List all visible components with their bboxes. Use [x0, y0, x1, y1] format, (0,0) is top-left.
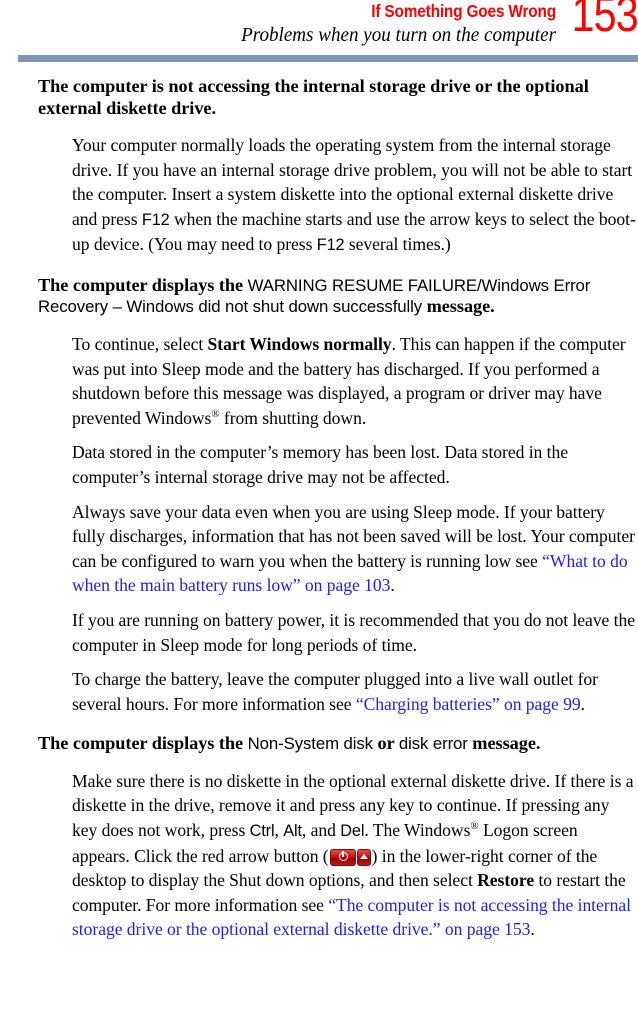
body-text-run: several times.) — [344, 234, 451, 255]
heading-text-run: The computer is not accessing the intern… — [38, 76, 589, 118]
system-string-text: Ctrl — [249, 821, 275, 840]
heading-text-run: message. — [422, 296, 495, 317]
body-paragraph: To charge the battery, leave the compute… — [72, 667, 638, 716]
body-paragraph: Data stored in the computer’s memory has… — [72, 440, 638, 489]
heading-text-run: The computer displays the — [38, 274, 248, 295]
body-text-run: , and — [301, 819, 341, 840]
body-text-run: . The Windows — [364, 819, 471, 840]
page-running-head: If Something Goes Wrong Problems when yo… — [0, 0, 638, 50]
body-text-run: Data stored in the computer’s memory has… — [72, 442, 568, 487]
body-paragraph: If you are running on battery power, it … — [72, 608, 638, 657]
section-subtitle: Problems when you turn on the computer — [241, 24, 557, 46]
body-paragraph: Make sure there is no diskette in the op… — [72, 769, 638, 942]
body-text-run: . — [580, 693, 586, 714]
body-text-run: , — [274, 819, 284, 840]
body-text-run: To continue, select — [72, 333, 208, 354]
system-string-text: F12 — [316, 236, 345, 255]
section-heading: The computer displays the Non-System dis… — [38, 733, 628, 755]
emphasis-bold-text: Start Windows normally — [207, 333, 392, 354]
system-string-text: disk error — [398, 734, 468, 754]
heading-text-run: or — [372, 733, 399, 754]
section-heading: The computer is not accessing the intern… — [38, 76, 628, 119]
running-head-text: If Something Goes Wrong Problems when yo… — [0, 0, 556, 48]
chapter-title: If Something Goes Wrong — [371, 1, 556, 21]
system-string-text: Del — [340, 821, 365, 840]
shutdown-power-button-icon[interactable] — [329, 848, 371, 866]
system-string-text: F12 — [141, 210, 170, 229]
body-paragraph: Your computer normally loads the operati… — [72, 133, 638, 258]
page-content: The computer is not accessing the intern… — [0, 76, 638, 942]
registered-trademark-symbol: ® — [470, 820, 479, 833]
system-string-text: Alt — [283, 821, 302, 840]
page-number: 153 — [571, 0, 638, 42]
heading-text-run: The computer displays the — [38, 733, 248, 754]
header-divider-rule — [18, 55, 638, 62]
body-paragraph: To continue, select Start Windows normal… — [72, 332, 638, 430]
cross-reference-link[interactable]: “Charging batteries” on page 99 — [356, 694, 581, 714]
system-string-text: Non-System disk — [247, 734, 373, 754]
heading-text-run: message. — [467, 733, 541, 754]
body-text-run: from shutting down. — [219, 407, 367, 428]
body-text-run: . — [390, 575, 395, 596]
body-paragraph: Always save your data even when you are … — [72, 500, 638, 598]
section-heading: The computer displays the WARNING RESUME… — [38, 275, 628, 318]
body-text-run: If you are running on battery power, it … — [72, 609, 636, 655]
emphasis-bold-text: Restore — [477, 870, 535, 891]
body-text-run: . — [530, 919, 535, 940]
registered-trademark-symbol: ® — [211, 407, 220, 420]
